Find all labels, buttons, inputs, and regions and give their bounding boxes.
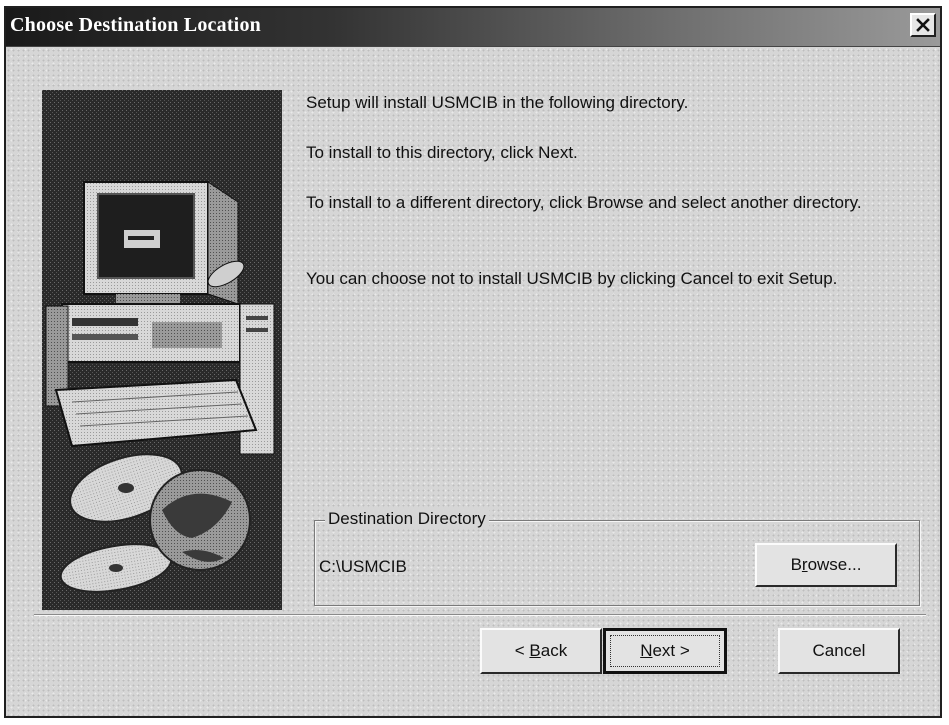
back-button-label-start: < [514, 641, 530, 660]
browse-instruction-text: To install to a different directory, cli… [306, 193, 862, 212]
close-button[interactable] [910, 13, 936, 37]
destination-directory-label: Destination Directory [325, 509, 489, 529]
cancel-button-label: Cancel [812, 641, 866, 660]
button-separator [34, 614, 926, 616]
browse-button[interactable]: Br owse... [755, 543, 897, 587]
next-button[interactable]: Next > [603, 628, 727, 674]
destination-directory-group: Destination Directory C:\USMCIB Br owse..… [314, 509, 920, 606]
focus-rectangle [610, 635, 720, 667]
back-button-accelerator: B [529, 641, 541, 660]
window-title: Choose Destination Location [10, 14, 261, 36]
title-bar[interactable]: Choose Destination Location [6, 8, 940, 47]
close-icon [916, 18, 930, 32]
browse-button-label-start: B [790, 555, 802, 574]
next-instruction-text: To install to this directory, click Next… [306, 143, 578, 162]
setup-dialog: Choose Destination Location Setup will i… [4, 6, 942, 718]
destination-path: C:\USMCIB [319, 557, 407, 576]
cancel-instruction-text: You can choose not to install USMCIB by … [306, 269, 838, 288]
computer-setup-illustration [42, 90, 282, 610]
browse-button-label-end: owse... [807, 555, 862, 574]
back-button[interactable]: < Back [480, 628, 602, 674]
back-button-label-end: ack [540, 641, 568, 660]
intro-text: Setup will install USMCIB in the followi… [306, 93, 689, 112]
cancel-button[interactable]: Cancel [778, 628, 900, 674]
